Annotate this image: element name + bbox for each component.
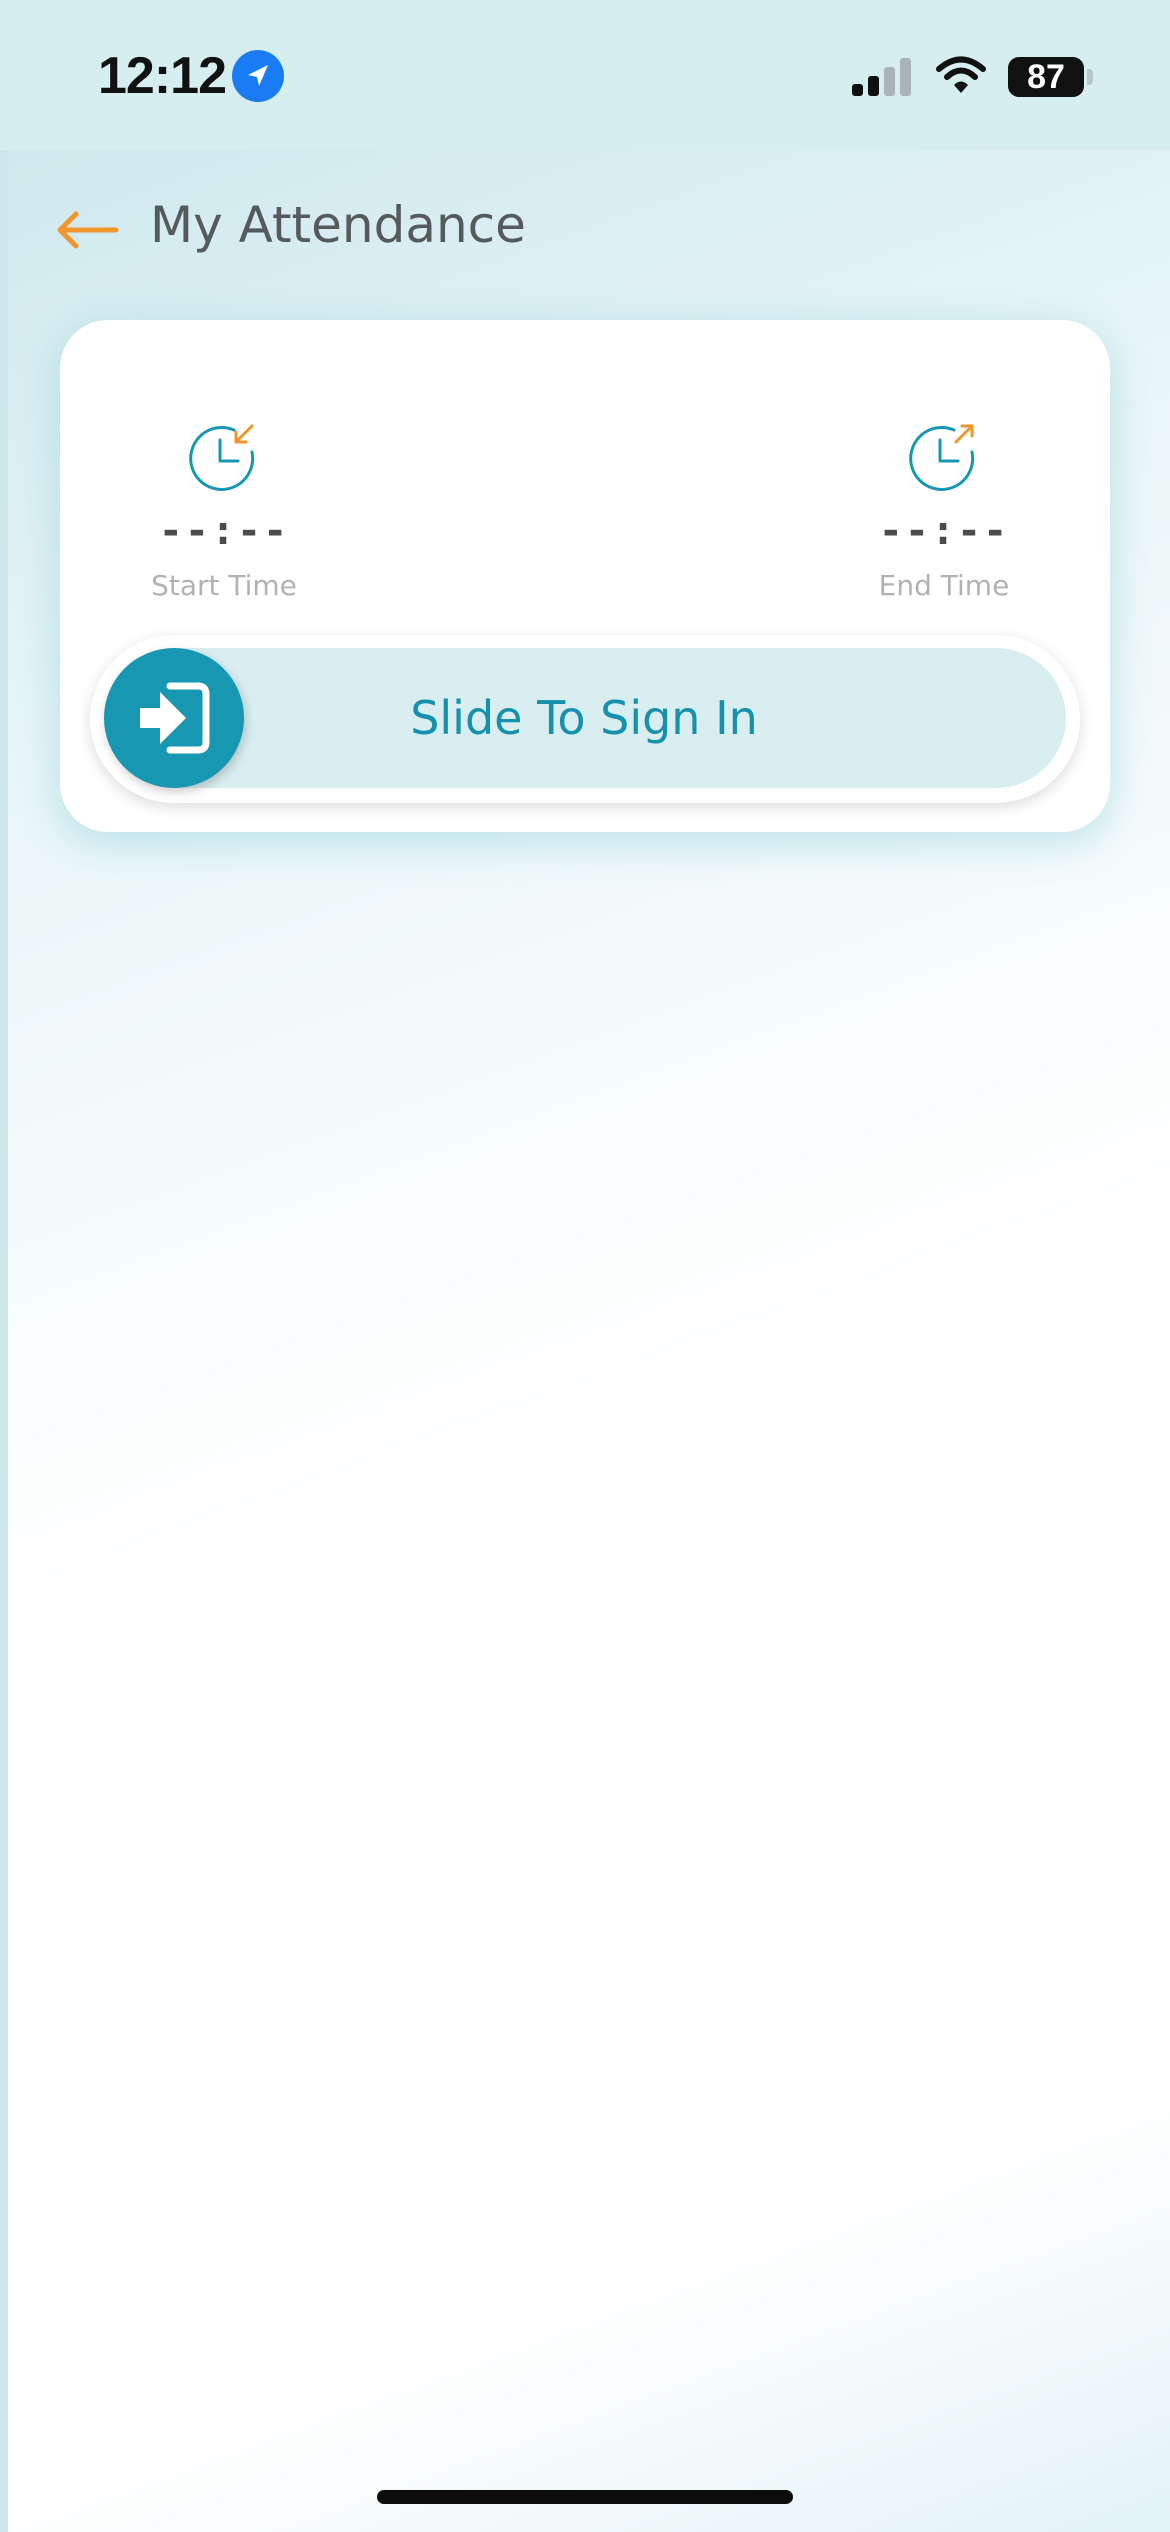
screen-edge (0, 150, 8, 2532)
start-time-label: Start Time (151, 569, 297, 602)
slider-knob[interactable] (104, 648, 244, 788)
clock-in-icon (184, 420, 260, 500)
status-time: 12:12 (98, 47, 227, 105)
page-title: My Attendance (150, 196, 526, 254)
sign-in-icon (140, 682, 210, 754)
cellular-signal-icon (852, 58, 914, 102)
back-arrow-icon[interactable] (52, 205, 124, 255)
start-time-value: --:-- (158, 508, 290, 554)
end-time-label: End Time (878, 569, 1010, 602)
battery-level: 87 (1027, 58, 1065, 96)
home-indicator[interactable] (377, 2490, 793, 2504)
clock-out-icon (904, 420, 980, 500)
wifi-icon (935, 56, 987, 100)
end-time-value: --:-- (878, 508, 1010, 554)
slider-label: Slide To Sign In (410, 691, 758, 745)
location-arrow-icon (232, 50, 284, 102)
battery-cap (1087, 69, 1093, 85)
